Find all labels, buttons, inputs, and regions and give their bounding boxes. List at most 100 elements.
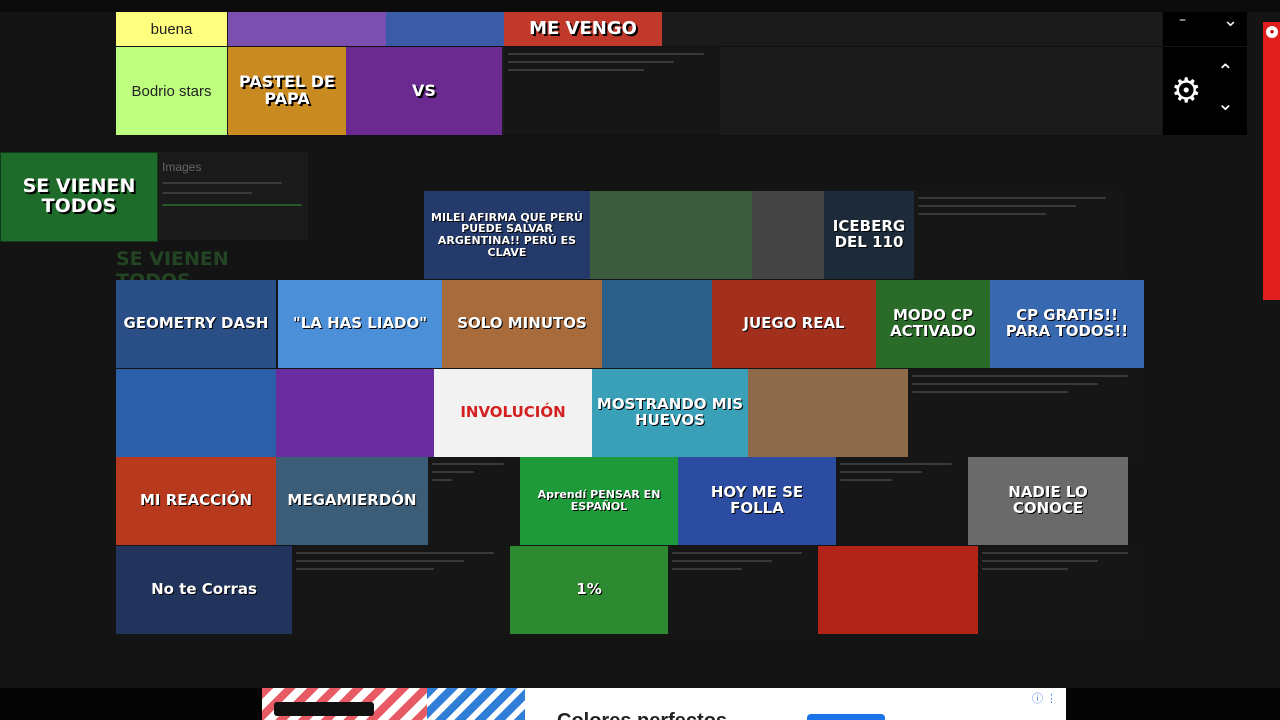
video-thumbnail[interactable]: HOY ME SE FOLLA (678, 457, 836, 545)
meta-line (508, 53, 704, 55)
video-meta-panel (668, 546, 818, 634)
thumbnail-title: NADIE LO CONOCE (1008, 483, 1088, 517)
thumbnail-title (667, 233, 675, 237)
meta-line (912, 383, 1098, 385)
video-thumbnail[interactable]: PASTEL DE PAPA (228, 47, 346, 135)
meta-line (432, 471, 474, 473)
meta-line (982, 560, 1098, 562)
meta-line (918, 213, 1046, 215)
thumbnail-title (192, 411, 200, 415)
thumbnail-title (784, 233, 792, 237)
video-thumbnail[interactable] (276, 369, 434, 457)
meta-line (432, 463, 504, 465)
video-thumbnail[interactable]: MODO CP ACTIVADO (876, 280, 990, 368)
meta-line (982, 568, 1068, 570)
images-label: Images (162, 160, 202, 174)
video-thumbnail[interactable]: GEOMETRY DASH (116, 280, 276, 368)
video-thumbnail[interactable]: "LA HAS LIADO" (278, 280, 442, 368)
avatar[interactable]: ● (1266, 26, 1278, 38)
thumbnail-title (653, 322, 661, 326)
thumbnail-title: Aprendí PENSAR EN ESPAÑOL (537, 488, 661, 513)
meta-line (162, 204, 302, 206)
sidebar-panel (1263, 22, 1280, 300)
meta-line (918, 197, 1106, 199)
dragged-thumbnail-meta: Images (158, 152, 308, 240)
ad-headline: Colores perfectos (557, 710, 727, 720)
video-thumbnail[interactable] (748, 369, 908, 457)
video-thumbnail[interactable] (818, 546, 978, 634)
window-top-bar (0, 0, 1280, 12)
video-meta-panel (428, 457, 520, 545)
ad-info-icon[interactable]: ⓘ ⋮ (1032, 690, 1057, 706)
video-thumbnail[interactable]: MILEI AFIRMA QUE PERÚ PUEDE SALVAR ARGEN… (424, 191, 590, 279)
video-thumbnail[interactable]: Aprendí PENSAR EN ESPAÑOL (520, 457, 678, 545)
thumbnail-title: VS (412, 80, 436, 100)
video-thumbnail[interactable]: VS (346, 47, 502, 135)
meta-line (162, 192, 252, 194)
ghost-drop-label: SE VIENEN TODOS (116, 248, 229, 292)
video-thumbnail[interactable] (752, 191, 824, 279)
thumbnail-title: MI REACCIÓN (139, 491, 253, 510)
video-thumbnail[interactable]: No te Corras (116, 546, 292, 634)
minus-icon: – (1179, 12, 1186, 28)
meta-line (296, 568, 434, 570)
tier-controls-bodrio: ⚙ ⌃ ⌄ (1163, 47, 1247, 135)
meta-line (840, 463, 952, 465)
thumbnail-title: 1% (576, 580, 602, 599)
video-thumbnail[interactable]: NADIE LO CONOCE (968, 457, 1128, 545)
chevron-down-icon[interactable]: ⌄ (1223, 10, 1238, 31)
video-thumbnail[interactable]: 1% (510, 546, 668, 634)
thumbnail-title: MEGAMIERDÓN (287, 491, 417, 510)
ad-image-middle (427, 688, 525, 720)
meta-line (508, 69, 644, 71)
meta-line (912, 375, 1128, 377)
thumbnail-title: INVOLUCIÓN (460, 403, 566, 422)
meta-line (296, 560, 464, 562)
chevron-down-icon[interactable]: ⌄ (1217, 91, 1234, 115)
video-thumbnail[interactable]: SOLO MINUTOS (442, 280, 602, 368)
ad-banner[interactable]: Colores perfectos ⓘ ⋮ (262, 688, 1066, 720)
meta-line (672, 552, 802, 554)
video-thumbnail[interactable]: MEGAMIERDÓN (276, 457, 428, 545)
tier-label[interactable]: Bodrio stars (116, 47, 227, 135)
tier-label[interactable]: buena (116, 12, 227, 46)
thumbnail-title (894, 588, 902, 592)
video-thumbnail[interactable] (602, 280, 712, 368)
video-thumbnail[interactable] (590, 191, 752, 279)
thumbnail-title: GEOMETRY DASH (123, 314, 269, 333)
thumbnail-title: MODO CP ACTIVADO (890, 306, 976, 340)
meta-line (982, 552, 1128, 554)
thumbnail-title: MILEI AFIRMA QUE PERÚ PUEDE SALVAR ARGEN… (431, 210, 583, 259)
thumbnail-title (824, 411, 832, 415)
video-thumbnail[interactable] (386, 12, 504, 46)
thumbnail-title: CP GRATIS!! PARA TODOS!! (1005, 306, 1129, 340)
video-thumbnail[interactable] (228, 12, 386, 46)
video-thumbnail[interactable] (116, 369, 276, 457)
video-thumbnail[interactable]: MI REACCIÓN (116, 457, 276, 545)
thumbnail-title: JUEGO REAL (743, 314, 845, 333)
video-thumbnail[interactable]: JUEGO REAL (712, 280, 876, 368)
video-thumbnail[interactable]: CP GRATIS!! PARA TODOS!! (990, 280, 1144, 368)
video-thumbnail[interactable]: ME VENGO (504, 12, 662, 46)
video-thumbnail[interactable]: MOSTRANDO MIS HUEVOS (592, 369, 748, 457)
thumbnail-title: No te Corras (151, 580, 257, 599)
meta-line (296, 552, 494, 554)
thumbnail-title: "LA HAS LIADO" (292, 314, 428, 333)
dragged-thumbnail-title: SE VIENEN TODOS (22, 175, 136, 217)
video-meta-panel (914, 191, 1122, 279)
meta-line (840, 479, 892, 481)
ad-cta-button[interactable] (807, 714, 885, 720)
meta-line (912, 391, 1068, 393)
video-meta-panel (978, 546, 1144, 634)
video-meta-panel (504, 47, 720, 135)
thumbnail-title: ME VENGO (529, 17, 637, 39)
meta-line (672, 560, 772, 562)
dragged-thumbnail[interactable]: SE VIENEN TODOS (0, 152, 158, 242)
chevron-up-icon[interactable]: ⌃ (1217, 59, 1234, 83)
gear-icon[interactable]: ⚙ (1171, 71, 1201, 111)
thumbnail-title: ICEBERG DEL 110 (832, 217, 906, 251)
tier-controls-buena: ⌄ – (1163, 10, 1247, 46)
video-thumbnail[interactable]: ICEBERG DEL 110 (824, 191, 914, 279)
thumbnail-title: MOSTRANDO MIS HUEVOS (596, 395, 744, 429)
video-thumbnail[interactable]: INVOLUCIÓN (434, 369, 592, 457)
